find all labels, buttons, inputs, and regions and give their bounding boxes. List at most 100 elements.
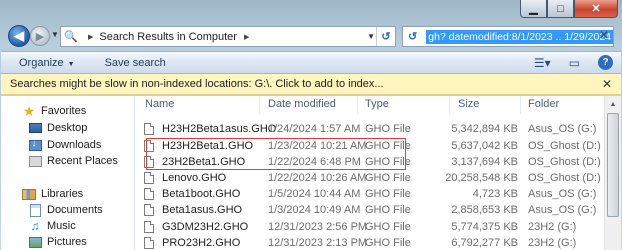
caption-buttons: ▁ □ ✕: [520, 0, 618, 18]
file-size: 3,137,694 KB: [451, 156, 518, 168]
music-icon: ♫: [30, 219, 40, 233]
breadcrumb-chevron-icon[interactable]: ▶: [244, 33, 249, 41]
file-size: 20,258,548 KB: [445, 172, 518, 184]
content-area: ★ Favorites Desktop Downloads Recent Pla…: [1, 96, 621, 250]
table-row[interactable]: H23H2Beta1asus.GHO 1/24/2024 1:57 AM GHO…: [135, 120, 606, 138]
organize-button[interactable]: Organize ▼: [1, 57, 87, 69]
file-name: Beta1asus.GHO: [162, 204, 243, 216]
pictures-icon-wrap: [27, 235, 43, 249]
downloads-icon: [28, 138, 42, 151]
file-size: 2,858,653 KB: [451, 204, 518, 216]
file-icon: [144, 123, 154, 135]
breadcrumb-search-results[interactable]: Search Results in Computer: [93, 31, 237, 43]
address-dropdown-icon[interactable]: ▼: [367, 32, 375, 41]
file-folder: 23H2 (G:): [528, 221, 577, 233]
sidebar-item-label: Downloads: [47, 139, 102, 151]
sidebar-item-documents[interactable]: Documents: [27, 202, 103, 218]
column-header-size[interactable]: Size: [458, 98, 479, 110]
maximize-button[interactable]: □: [547, 0, 574, 18]
file-folder: Asus_OS (G:): [528, 204, 597, 216]
file-type: GHO File: [365, 188, 411, 200]
column-header-date[interactable]: Date modified: [268, 98, 336, 110]
navigation-pane: ★ Favorites Desktop Downloads Recent Pla…: [1, 96, 135, 250]
file-name: PRO23H2.GHO: [162, 237, 241, 249]
info-bar[interactable]: Searches might be slow in non-indexed lo…: [1, 74, 621, 95]
file-icon: [144, 204, 154, 216]
column-header-name[interactable]: Name: [145, 98, 174, 110]
file-folder: Asus_OS (G:): [528, 123, 597, 135]
search-folder-icon: 🔍: [64, 31, 78, 43]
sidebar-item-label: Pictures: [47, 236, 87, 248]
sidebar-item-favorites[interactable]: ★ Favorites: [21, 102, 87, 119]
column-divider[interactable]: [520, 96, 521, 114]
save-search-button[interactable]: Save search: [87, 57, 178, 69]
change-view-icon[interactable]: ☰▾: [534, 56, 551, 70]
column-divider[interactable]: [357, 96, 358, 114]
recent-places-icon-wrap: [27, 154, 43, 168]
file-date: 1/3/2024 10:49 AM: [268, 204, 361, 216]
preview-pane-icon[interactable]: ▭: [569, 56, 580, 70]
file-icon: [144, 140, 154, 152]
sidebar-item-recent-places[interactable]: Recent Places: [27, 153, 118, 169]
sidebar-item-pictures[interactable]: Pictures: [27, 234, 87, 250]
search-scope-icon[interactable]: ↺: [403, 27, 422, 46]
file-type: GHO File: [365, 237, 411, 249]
search-input[interactable]: ↺ gh? datemodified:8/1/2023 .. 1/29/2024…: [402, 26, 614, 47]
close-button[interactable]: ✕: [574, 0, 618, 18]
sidebar-item-label: Desktop: [47, 122, 88, 134]
sidebar-item-label: Documents: [47, 204, 103, 216]
forward-button[interactable]: ▶: [30, 26, 50, 46]
back-button[interactable]: ◀: [8, 25, 30, 47]
sidebar-item-desktop[interactable]: Desktop: [27, 120, 87, 136]
file-folder: OS_Ghost (D:): [528, 156, 601, 168]
clear-search-icon[interactable]: ✕: [599, 28, 609, 42]
file-folder: OS_Ghost (D:): [528, 140, 601, 152]
save-search-label: Save search: [104, 56, 166, 69]
file-date: 12/31/2023 2:56 PM: [268, 221, 368, 233]
sidebar-item-label: Recent Places: [47, 155, 118, 167]
pictures-icon: [28, 236, 42, 248]
table-row[interactable]: PRO23H2.GHO 12/31/2023 2:13 PM GHO File …: [135, 234, 606, 250]
file-type: GHO File: [365, 204, 411, 216]
file-folder: OS_Ghost (D:): [528, 172, 601, 184]
search-query-text[interactable]: gh? datemodified:8/1/2023 .. 1/29/2024: [426, 29, 613, 44]
scroll-up-icon[interactable]: ▲: [605, 96, 621, 112]
sidebar-item-downloads[interactable]: Downloads: [27, 137, 101, 153]
info-bar-message[interactable]: Searches might be slow in non-indexed lo…: [1, 78, 384, 90]
view-controls: ☰▾ ▭ ?: [534, 55, 613, 70]
minimize-button[interactable]: ▁: [520, 0, 547, 18]
recent-pages-dropdown[interactable]: ▼: [51, 30, 59, 39]
column-divider[interactable]: [449, 96, 450, 114]
file-type: GHO File: [365, 123, 411, 135]
column-header-folder[interactable]: Folder: [528, 98, 559, 110]
file-date: 1/5/2024 10:44 AM: [268, 188, 361, 200]
sidebar-item-libraries[interactable]: Libraries: [21, 186, 83, 202]
file-folder: Asus_OS (G:): [528, 188, 597, 200]
organize-label: Organize: [19, 56, 64, 69]
file-size: 5,342,894 KB: [451, 123, 518, 135]
arrow-left-icon: ◀: [14, 28, 24, 43]
table-row[interactable]: Beta1asus.GHO 1/3/2024 10:49 AM GHO File…: [135, 201, 606, 219]
explorer-window: ▁ □ ✕ ◀ ▶ ▼ 🔍 ▶ Search Results in Comput…: [0, 0, 622, 250]
refresh-icon[interactable]: ↺: [376, 27, 395, 46]
scrollbar-thumb[interactable]: [607, 113, 619, 217]
file-name: H23H2Beta1.GHO: [162, 140, 254, 152]
arrow-right-icon: ▶: [35, 30, 45, 43]
file-icon: [144, 156, 154, 168]
vertical-scrollbar[interactable]: ▲: [604, 96, 621, 250]
file-icon: [144, 237, 154, 249]
command-bar: Organize ▼ Save search ☰▾ ▭ ?: [1, 51, 621, 74]
file-icon: [144, 221, 154, 233]
column-divider[interactable]: [259, 96, 260, 114]
help-icon[interactable]: ?: [598, 55, 613, 70]
file-list: Name Date modified Type Size Folder H23H…: [135, 96, 606, 250]
documents-icon-wrap: [27, 203, 43, 217]
star-icon: ★: [22, 102, 36, 119]
file-name: H23H2Beta1asus.GHO: [162, 123, 277, 135]
close-icon[interactable]: ✕: [602, 77, 612, 91]
file-date: 1/24/2024 1:57 AM: [268, 123, 361, 135]
address-bar[interactable]: 🔍 ▶ Search Results in Computer ▶ ▼ ↺: [60, 26, 396, 47]
file-type: GHO File: [365, 221, 411, 233]
sidebar-item-music[interactable]: ♫ Music: [27, 218, 76, 234]
column-header-type[interactable]: Type: [365, 98, 389, 110]
